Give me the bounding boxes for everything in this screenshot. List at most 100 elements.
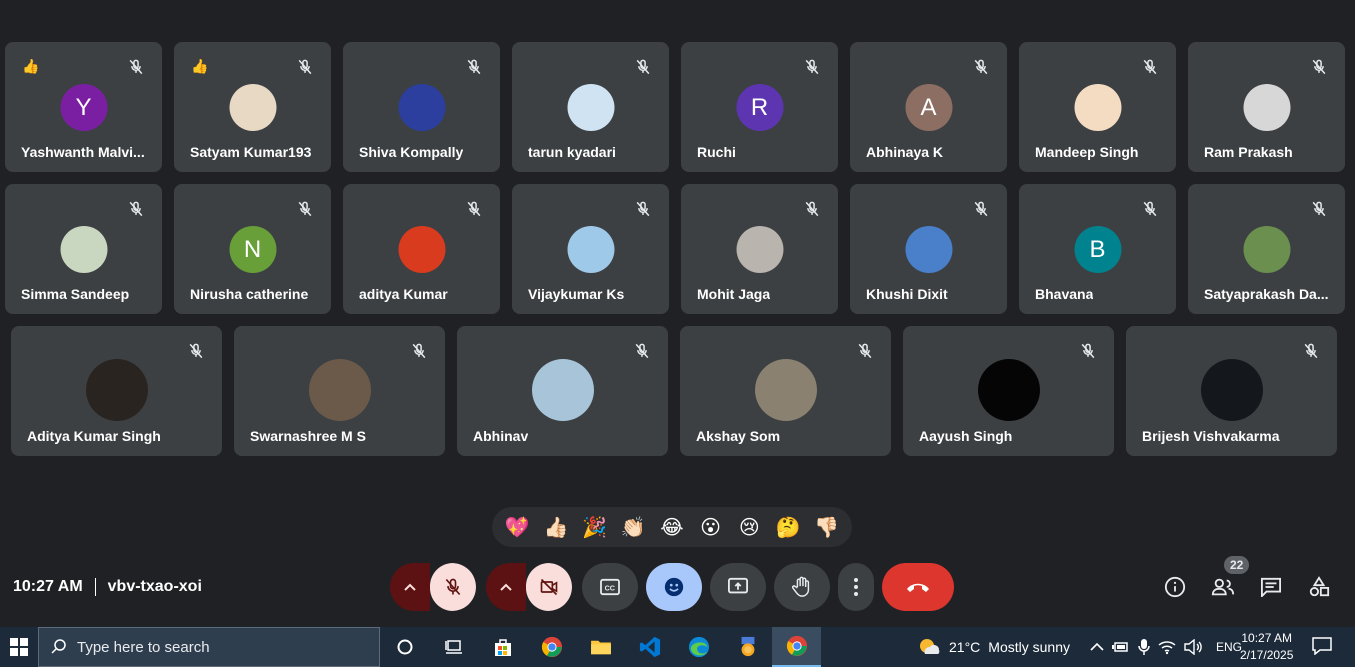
participant-tile[interactable]: B Bhavana (1019, 184, 1176, 314)
reaction-emoji[interactable]: 😂 (654, 515, 690, 540)
volume-icon[interactable] (1184, 639, 1202, 655)
cortana-button[interactable] (380, 627, 429, 667)
participant-tile[interactable]: 👍 Satyam Kumar193 (174, 42, 331, 172)
participant-tile[interactable]: R Ruchi (681, 42, 838, 172)
notification-center-button[interactable] (1312, 637, 1332, 660)
mic-off-icon (189, 343, 203, 359)
avatar-letter: A (920, 93, 937, 121)
taskbar-chrome[interactable] (527, 627, 576, 667)
task-view-button[interactable] (429, 627, 478, 667)
participant-tile[interactable]: Brijesh Vishvakarma (1126, 326, 1337, 456)
participant-name: Bhavana (1035, 286, 1094, 302)
search-icon (51, 639, 66, 654)
participant-tile[interactable]: Vijaykumar Ks (512, 184, 669, 314)
mic-control-group (390, 563, 476, 611)
send-reaction-button[interactable] (646, 563, 702, 611)
cortana-icon (397, 639, 412, 655)
activities-button[interactable] (1306, 574, 1332, 600)
meeting-code: vbv-txao-xoi (107, 578, 202, 595)
taskbar-clock[interactable]: 10:27 AM 2/17/2025 (1240, 630, 1293, 664)
raise-hand-button[interactable] (774, 563, 830, 611)
participant-name: Aayush Singh (919, 428, 1013, 444)
taskbar-edge[interactable] (674, 627, 723, 667)
reaction-emoji[interactable]: 💖 (499, 515, 535, 540)
audio-settings-button[interactable] (390, 563, 430, 611)
participant-name: tarun kyadari (528, 144, 616, 160)
chevron-up-icon[interactable] (1090, 642, 1104, 652)
participant-tile[interactable]: tarun kyadari (512, 42, 669, 172)
mic-toggle-button[interactable] (430, 563, 476, 611)
participant-tile[interactable]: 👍 Y Yashwanth Malvi... (5, 42, 162, 172)
reaction-emoji[interactable]: 👏🏻 (615, 515, 651, 540)
meeting-details-button[interactable] (1162, 574, 1188, 600)
more-options-button[interactable] (838, 563, 874, 611)
chat-button[interactable] (1258, 574, 1284, 600)
battery-icon[interactable] (1111, 640, 1130, 654)
participant-tile[interactable]: Aditya Kumar Singh (11, 326, 222, 456)
clock-date: 2/17/2025 (1240, 648, 1294, 662)
weather-text[interactable]: Mostly sunny (988, 639, 1070, 655)
reaction-emoji[interactable]: 👎🏻 (809, 515, 845, 540)
taskbar-chrome-active[interactable] (772, 627, 821, 667)
mic-off-icon (974, 201, 988, 217)
avatar (308, 359, 371, 421)
taskbar-search[interactable]: Type here to search (38, 627, 380, 667)
meeting-time: 10:27 AM (13, 578, 83, 595)
chrome-meet-icon (786, 635, 807, 657)
taskbar-store[interactable] (478, 627, 527, 667)
participant-tile[interactable]: Khushi Dixit (850, 184, 1007, 314)
avatar (567, 84, 614, 131)
participant-name: Yashwanth Malvi... (21, 144, 145, 160)
start-button[interactable] (0, 627, 38, 667)
mic-off-icon (412, 343, 426, 359)
hand-icon (792, 576, 810, 597)
wifi-icon[interactable] (1158, 639, 1176, 655)
reaction-emoji[interactable]: 👍🏻 (538, 515, 574, 540)
reaction-emoji[interactable]: 😢 (731, 515, 767, 540)
microphone-icon[interactable] (1138, 638, 1150, 656)
folder-icon (590, 640, 611, 655)
participant-tile[interactable]: Mandeep Singh (1019, 42, 1176, 172)
participant-tile[interactable]: Simma Sandeep (5, 184, 162, 314)
captions-button[interactable]: CC (582, 563, 638, 611)
present-screen-button[interactable] (710, 563, 766, 611)
emoji-icon (664, 577, 684, 597)
avatar (1074, 84, 1121, 131)
participant-name: Mohit Jaga (697, 286, 771, 302)
language-indicator[interactable]: ENG (1216, 640, 1242, 654)
participant-tile[interactable]: Ram Prakash (1188, 42, 1345, 172)
reaction-emoji[interactable]: 😮 (693, 515, 729, 540)
taskbar-file-explorer[interactable] (576, 627, 625, 667)
camera-toggle-button[interactable] (526, 563, 572, 611)
participant-tile[interactable]: Mohit Jaga (681, 184, 838, 314)
participant-tile[interactable]: Abhinav (457, 326, 668, 456)
taskbar-vscode[interactable] (625, 627, 674, 667)
medal-icon (741, 636, 754, 657)
video-settings-button[interactable] (486, 563, 526, 611)
participant-name: Mandeep Singh (1035, 144, 1139, 160)
participant-tile[interactable]: Shiva Kompally (343, 42, 500, 172)
mic-off-icon (805, 59, 819, 75)
participant-tile[interactable]: A Abhinaya K (850, 42, 1007, 172)
leave-call-button[interactable] (882, 563, 954, 611)
avatar (531, 359, 594, 421)
system-tray: 21°C Mostly sunny ENG (917, 627, 1242, 667)
participant-tile[interactable]: N Nirusha catherine (174, 184, 331, 314)
avatar (229, 84, 276, 131)
avatar-letter: B (1089, 235, 1106, 263)
participant-tile[interactable]: Satyaprakash Da... (1188, 184, 1345, 314)
participant-tile[interactable]: Aayush Singh (903, 326, 1114, 456)
participant-tile[interactable]: aditya Kumar (343, 184, 500, 314)
participant-name: Aditya Kumar Singh (27, 428, 161, 444)
reaction-emoji[interactable]: 🎉 (577, 515, 613, 540)
participant-tile[interactable]: Swarnashree M S (234, 326, 445, 456)
participant-name: Ram Prakash (1204, 144, 1293, 160)
taskbar-medal-app[interactable] (723, 627, 772, 667)
weather-temp[interactable]: 21°C (949, 639, 980, 655)
people-button[interactable] (1210, 574, 1236, 600)
thumbs-up-icon: 👍 (22, 58, 40, 74)
meeting-controls-bar: 10:27 AM vbv-txao-xoi CC 22 (0, 556, 1355, 615)
mic-off-icon (467, 201, 481, 217)
participant-tile[interactable]: Akshay Som (680, 326, 891, 456)
reaction-emoji[interactable]: 🤔 (770, 515, 806, 540)
